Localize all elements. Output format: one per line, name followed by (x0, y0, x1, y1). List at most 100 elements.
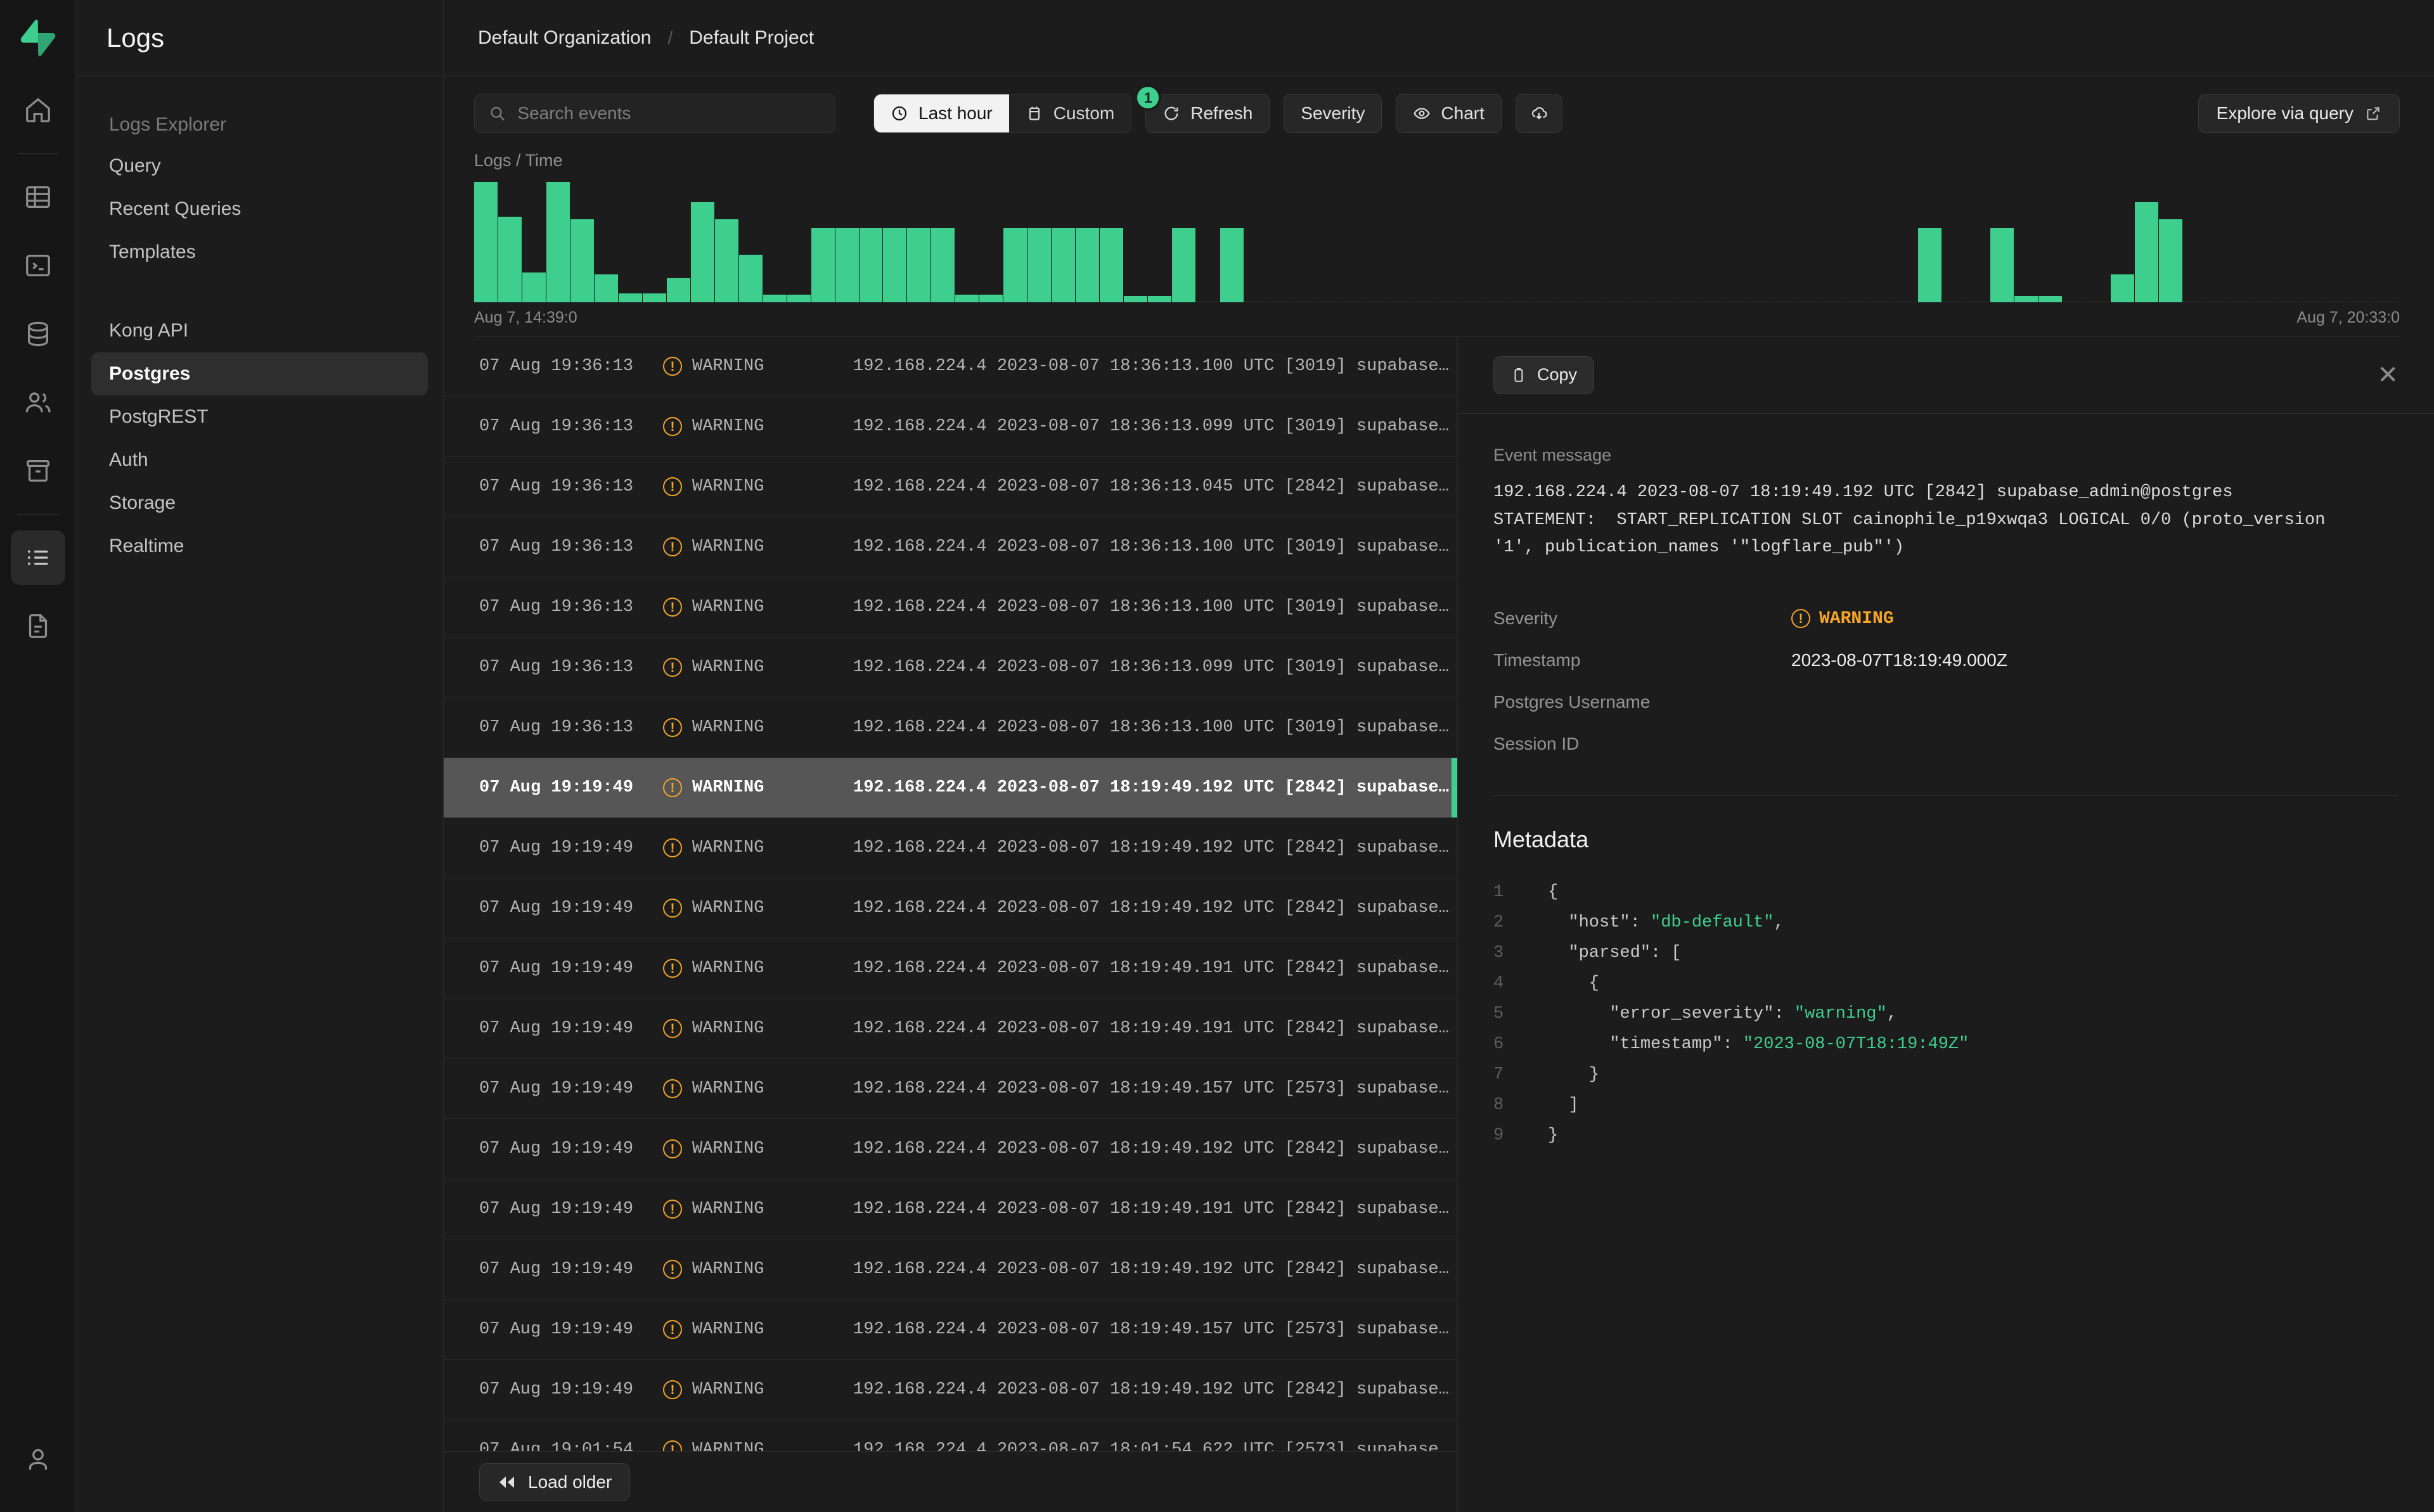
table-row[interactable]: 07 Aug 19:36:13!WARNING192.168.224.4 202… (444, 637, 1457, 698)
log-row-severity-label: WARNING (692, 357, 764, 376)
chart-bar[interactable] (811, 228, 835, 302)
chart-bar[interactable] (763, 295, 787, 302)
table-row[interactable]: 07 Aug 19:36:13!WARNING192.168.224.4 202… (444, 397, 1457, 457)
load-older-button[interactable]: Load older (479, 1463, 630, 1501)
chart-bar[interactable] (1990, 228, 2014, 302)
table-row[interactable]: 07 Aug 19:36:13!WARNING192.168.224.4 202… (444, 457, 1457, 517)
chart-bar[interactable] (1100, 228, 1123, 302)
chart-bar[interactable] (1003, 228, 1027, 302)
sidebar-item-table-editor[interactable] (11, 170, 65, 224)
table-row[interactable]: 07 Aug 19:19:49!WARNING192.168.224.4 202… (444, 939, 1457, 999)
chart-bar[interactable] (1918, 228, 1941, 302)
search-events-box[interactable] (474, 94, 835, 133)
time-range-custom[interactable]: Custom (1009, 94, 1131, 132)
code-line: 6 "timestamp": "2023-08-07T18:19:49Z" (1493, 1029, 2399, 1060)
chart-toggle-button[interactable]: Chart (1396, 94, 1501, 133)
chart-bar[interactable] (1172, 228, 1195, 302)
field-severity: Severity ! WARNING (1493, 598, 2399, 639)
chart-bar[interactable] (1076, 228, 1099, 302)
chart-bar[interactable] (1052, 228, 1075, 302)
chart-bar[interactable] (1220, 228, 1244, 302)
table-row[interactable]: 07 Aug 19:19:49!WARNING192.168.224.4 202… (444, 1179, 1457, 1240)
table-row[interactable]: 07 Aug 19:19:49!WARNING192.168.224.4 202… (444, 1119, 1457, 1179)
chart-bar[interactable] (522, 272, 546, 303)
table-row[interactable]: 07 Aug 19:19:49!WARNING192.168.224.4 202… (444, 1300, 1457, 1360)
chart-bar[interactable] (2038, 296, 2062, 302)
warning-icon: ! (663, 417, 682, 436)
chart-bar[interactable] (835, 228, 859, 302)
close-icon[interactable]: ✕ (2377, 362, 2399, 388)
chart-bar[interactable] (1027, 228, 1051, 302)
supabase-logo[interactable] (0, 0, 75, 76)
chart-bar[interactable] (595, 274, 618, 302)
table-row[interactable]: 07 Aug 19:19:49!WARNING192.168.224.4 202… (444, 1059, 1457, 1119)
table-row[interactable]: 07 Aug 19:36:13!WARNING192.168.224.4 202… (444, 698, 1457, 758)
code-token: "host": (1548, 907, 1651, 938)
sidebar-item-database[interactable] (11, 307, 65, 361)
chart-bar[interactable] (715, 219, 738, 302)
sidebar-item-sql-editor[interactable] (11, 238, 65, 293)
chart-bar[interactable] (860, 228, 883, 302)
chart-bar[interactable] (1148, 296, 1171, 302)
sidebar-item-home[interactable] (11, 83, 65, 138)
severity-filter-button[interactable]: Severity (1284, 94, 1382, 133)
account-button[interactable] (11, 1432, 65, 1487)
chart-bar[interactable] (474, 182, 498, 302)
sidebar-item-auth[interactable]: Auth (91, 439, 428, 482)
metadata-json-viewer[interactable]: 1{2 "host": "db-default",3 "parsed": [4 … (1493, 877, 2399, 1151)
chart-bar[interactable] (787, 295, 811, 302)
sidebar-item-postgrest[interactable]: PostgREST (91, 395, 428, 439)
logs-table[interactable]: 07 Aug 19:36:13!WARNING192.168.224.4 202… (444, 336, 1457, 1451)
chart-bar[interactable] (546, 182, 570, 302)
chart-bar[interactable] (2014, 296, 2038, 302)
table-row[interactable]: 07 Aug 19:19:49!WARNING192.168.224.4 202… (444, 1360, 1457, 1420)
sidebar-item-reports[interactable] (11, 599, 65, 653)
sidebar-item-storage[interactable] (11, 444, 65, 498)
chart-bar[interactable] (1124, 296, 1147, 302)
search-input[interactable] (517, 103, 821, 124)
breadcrumb-organization[interactable]: Default Organization (478, 27, 652, 49)
chart-bar[interactable] (979, 295, 1003, 302)
chart-bar[interactable] (570, 219, 594, 302)
table-row[interactable]: 07 Aug 19:36:13!WARNING192.168.224.4 202… (444, 517, 1457, 577)
sidebar-item-kong-api[interactable]: Kong API (91, 309, 428, 352)
table-row[interactable]: 07 Aug 19:19:49!WARNING192.168.224.4 202… (444, 1240, 1457, 1300)
table-row[interactable]: 07 Aug 19:19:49!WARNING192.168.224.4 202… (444, 758, 1457, 818)
chart-bar[interactable] (2159, 219, 2182, 302)
explore-via-query-button[interactable]: Explore via query (2198, 94, 2400, 133)
download-button[interactable] (1516, 94, 1562, 133)
refresh-button[interactable]: 1 Refresh (1145, 94, 1270, 133)
sidebar-item-authentication[interactable] (11, 375, 65, 430)
chart-bar[interactable] (498, 217, 522, 302)
sidebar-item-templates[interactable]: Templates (91, 231, 428, 274)
time-range-last-hour[interactable]: Last hour (874, 94, 1009, 132)
warning-icon: ! (663, 1260, 682, 1279)
chart-bar[interactable] (955, 295, 979, 302)
chart-bar[interactable] (643, 293, 666, 302)
chart-bar[interactable] (883, 228, 906, 302)
chart-bar[interactable] (739, 255, 763, 302)
sidebar-item-query[interactable]: Query (91, 144, 428, 188)
table-row[interactable]: 07 Aug 19:19:49!WARNING192.168.224.4 202… (444, 818, 1457, 878)
breadcrumb-project[interactable]: Default Project (689, 27, 814, 49)
chart-bar[interactable] (2111, 274, 2134, 302)
chart-bar[interactable] (2135, 202, 2158, 302)
chart-bar[interactable] (619, 293, 642, 302)
table-row[interactable]: 07 Aug 19:36:13!WARNING192.168.224.4 202… (444, 577, 1457, 637)
logs-footer: Load older (444, 1451, 1457, 1512)
table-row[interactable]: 07 Aug 19:36:13!WARNING192.168.224.4 202… (444, 336, 1457, 397)
chart-bar[interactable] (931, 228, 955, 302)
chart-bars[interactable] (474, 182, 2400, 302)
copy-button[interactable]: Copy (1493, 356, 1594, 394)
sidebar-item-storage[interactable]: Storage (91, 482, 428, 525)
table-row[interactable]: 07 Aug 19:19:49!WARNING192.168.224.4 202… (444, 999, 1457, 1059)
table-row[interactable]: 07 Aug 19:01:54!WARNING192.168.224.4 202… (444, 1420, 1457, 1451)
chart-bar[interactable] (907, 228, 930, 302)
sidebar-item-logs[interactable] (11, 530, 65, 585)
sidebar-item-realtime[interactable]: Realtime (91, 525, 428, 568)
sidebar-item-postgres[interactable]: Postgres (91, 352, 428, 395)
chart-bar[interactable] (691, 202, 714, 302)
table-row[interactable]: 07 Aug 19:19:49!WARNING192.168.224.4 202… (444, 878, 1457, 939)
sidebar-item-recent-queries[interactable]: Recent Queries (91, 188, 428, 231)
chart-bar[interactable] (667, 278, 690, 302)
